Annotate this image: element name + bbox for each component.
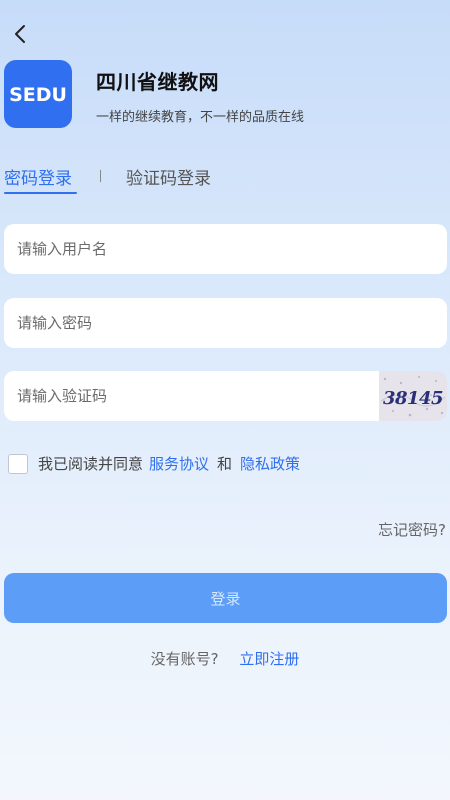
tab-divider — [100, 170, 101, 182]
site-title: 四川省继教网 — [96, 70, 219, 94]
login-button[interactable]: 登录 — [4, 573, 447, 623]
logo-text: SEDU — [9, 84, 67, 106]
password-field-container — [4, 298, 447, 348]
agreement-checkbox[interactable] — [8, 453, 28, 474]
agreement-and: 和 — [217, 455, 233, 473]
tab-code-login[interactable]: 验证码登录 — [126, 164, 211, 189]
service-agreement-link[interactable]: 服务协议 — [149, 453, 209, 474]
site-logo: SEDU — [4, 60, 72, 128]
password-input[interactable] — [4, 298, 447, 348]
captcha-text: 38145 — [383, 388, 443, 409]
agreement-prefix: 我已阅读并同意 — [38, 455, 144, 473]
tab-password-login[interactable]: 密码登录 — [4, 164, 72, 189]
forgot-password-link[interactable]: 忘记密码? — [378, 519, 446, 540]
privacy-policy-link[interactable]: 隐私政策 — [240, 453, 300, 474]
register-link[interactable]: 立即注册 — [239, 650, 299, 668]
chevron-left-icon — [15, 25, 25, 43]
username-field-container — [4, 224, 447, 274]
username-input[interactable] — [4, 224, 447, 274]
agreement-row: 我已阅读并同意 服务协议 和 隐私政策 — [8, 453, 300, 474]
captcha-field-container: 38145 — [4, 371, 447, 421]
site-slogan: 一样的继续教育，不一样的品质在线 — [96, 110, 305, 125]
active-tab-indicator — [4, 192, 77, 194]
register-row: 没有账号? 立即注册 — [0, 648, 450, 669]
captcha-image[interactable]: 38145 — [379, 371, 447, 421]
back-button[interactable] — [6, 20, 34, 48]
register-question: 没有账号? — [150, 650, 219, 668]
captcha-input[interactable] — [4, 371, 379, 421]
